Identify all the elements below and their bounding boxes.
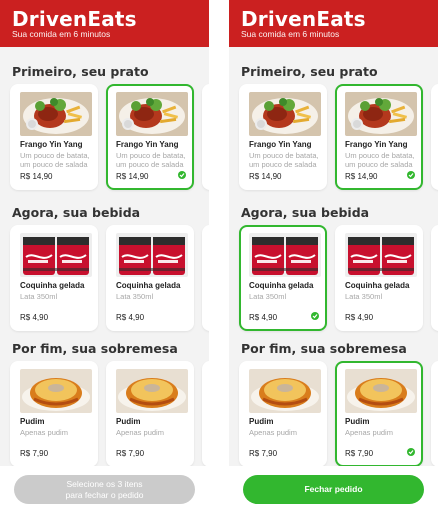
frango-yin-yang-photo [20,92,92,136]
drinks-row: Coquinha gelada Lata 350ml R$ 4,90 Coquinha… [239,225,438,335]
coca-cola-cans-photo [116,233,188,277]
checkmark-circle-icon [407,448,415,456]
item-description: Apenas pudim [20,428,68,437]
item-description: Um pouco de batata, um pouco de salada [20,151,90,169]
item-description: Apenas pudim [345,428,393,437]
frango-yin-yang-photo [345,92,417,136]
brand-logo: DrivenEats [12,7,137,31]
frango-yin-yang-photo [249,92,321,136]
item-price: R$ 7,90 [249,449,278,458]
pudim-photo [345,369,417,413]
item-name: Frango Yin Yang [116,140,179,149]
drinks-row: Coquinha gelada Lata 350ml R$ 4,90 Coquinha… [10,225,209,335]
coca-cola-cans-photo [249,233,321,277]
item-description: Um pouco de batata, um pouco de salada [345,151,415,169]
item-description: Um pouco de batata, um pouco de salada [249,151,319,169]
pudim-photo [116,369,188,413]
item-name: Frango Yin Yang [345,140,408,149]
section-title-drinks: Agora, sua bebida [241,205,370,220]
section-title-dishes: Primeiro, seu prato [12,64,149,79]
dessert-card[interactable]: PudimApenas pudimR$ 7,90 [431,361,438,467]
dessert-card[interactable]: Pudim Apenas pudim R$ 7,90 [335,361,423,467]
desserts-row: Pudim Apenas pudim R$ 7,90 Pudim Apenas pudi… [239,361,438,471]
item-price: R$ 4,90 [20,313,49,322]
dishes-row: Frango Yin Yang Um pouco de batata, um po… [239,84,438,194]
item-name: Frango Yin Yang [20,140,83,149]
dish-card[interactable]: Frango Yin Yang Um pouco de batata, um po… [335,84,423,190]
dish-card[interactable]: Frango Yin YangUm pouco de batata, um po… [202,84,209,190]
dish-card[interactable]: Frango Yin Yang Um pouco de batata, um po… [239,84,327,190]
dessert-card[interactable]: Pudim Apenas pudim R$ 7,90 [239,361,327,467]
pudim-photo [20,369,92,413]
checkmark-circle-icon [178,171,186,179]
item-description: Apenas pudim [249,428,297,437]
item-name: Coquinha gelada [345,281,410,290]
header-bar: DrivenEats Sua comida em 6 minutos [0,0,209,47]
item-name: Coquinha gelada [20,281,85,290]
checkmark-circle-icon [407,171,415,179]
section-title-drinks: Agora, sua bebida [12,205,141,220]
dish-card[interactable]: Frango Yin YangUm pouco de batata, um po… [431,84,438,190]
desserts-row: Pudim Apenas pudim R$ 7,90 Pudim Apenas pudi… [10,361,209,471]
screen-after-selection: DrivenEats Sua comida em 6 minutos Primeir… [229,0,438,511]
coca-cola-cans-photo [20,233,92,277]
coca-cola-cans-photo [345,233,417,277]
drink-card[interactable]: Coquinha gelada Lata 350ml R$ 4,90 [106,225,194,331]
section-title-dishes: Primeiro, seu prato [241,64,378,79]
drink-card[interactable]: Coquinha gelada Lata 350ml R$ 4,90 [335,225,423,331]
item-name: Coquinha gelada [249,281,314,290]
item-name: Coquinha gelada [116,281,181,290]
drink-card[interactable]: Coquinha gelada Lata 350ml R$ 4,90 [239,225,327,331]
checkmark-circle-icon [311,312,319,320]
item-price: R$ 14,90 [20,172,53,181]
item-price: R$ 14,90 [345,172,378,181]
dishes-row: Frango Yin Yang Um pouco de batata, um po… [10,84,209,194]
item-price: R$ 14,90 [249,172,282,181]
brand-logo: DrivenEats [241,7,366,31]
item-price: R$ 7,90 [20,449,49,458]
item-price: R$ 4,90 [249,313,278,322]
item-description: Um pouco de batata, um pouco de salada [116,151,186,169]
dessert-card[interactable]: Pudim Apenas pudim R$ 7,90 [106,361,194,467]
dessert-card[interactable]: Pudim Apenas pudim R$ 7,90 [10,361,98,467]
section-title-desserts: Por fim, sua sobremesa [12,341,178,356]
item-name: Pudim [249,417,274,426]
pudim-photo [249,369,321,413]
header-bar: DrivenEats Sua comida em 6 minutos [229,0,438,47]
item-description: Lata 350ml [116,292,154,301]
frango-yin-yang-photo [116,92,188,136]
item-name: Pudim [116,417,141,426]
item-price: R$ 7,90 [345,449,374,458]
item-name: Frango Yin Yang [249,140,312,149]
screen-before-selection: DrivenEats Sua comida em 6 minutos Primeir… [0,0,209,511]
item-description: Apenas pudim [116,428,164,437]
item-price: R$ 4,90 [345,313,374,322]
item-description: Lata 350ml [345,292,383,301]
item-price: R$ 7,90 [116,449,145,458]
item-price: R$ 4,90 [116,313,145,322]
dish-card[interactable]: Frango Yin Yang Um pouco de batata, um po… [106,84,194,190]
drink-card[interactable]: Coquinha gelada Lata 350ml R$ 4,90 [10,225,98,331]
item-description: Lata 350ml [249,292,287,301]
tagline: Sua comida em 6 minutos [241,29,340,39]
item-price: R$ 14,90 [116,172,149,181]
item-description: Lata 350ml [20,292,58,301]
select-items-button[interactable]: Selecione os 3 itens para fechar o pedid… [14,475,195,504]
close-order-button[interactable]: Fechar pedido [243,475,424,504]
section-title-desserts: Por fim, sua sobremesa [241,341,407,356]
dessert-card[interactable]: PudimApenas pudimR$ 7,90 [202,361,209,467]
dish-card[interactable]: Frango Yin Yang Um pouco de batata, um po… [10,84,98,190]
drink-card[interactable]: Coquinha geladaLata 350mlR$ 4,90 [431,225,438,331]
tagline: Sua comida em 6 minutos [12,29,111,39]
bottom-bar: Fechar pedido [229,466,438,511]
drink-card[interactable]: Coquinha geladaLata 350mlR$ 4,90 [202,225,209,331]
item-name: Pudim [345,417,370,426]
item-name: Pudim [20,417,45,426]
bottom-bar: Selecione os 3 itens para fechar o pedid… [0,466,209,511]
